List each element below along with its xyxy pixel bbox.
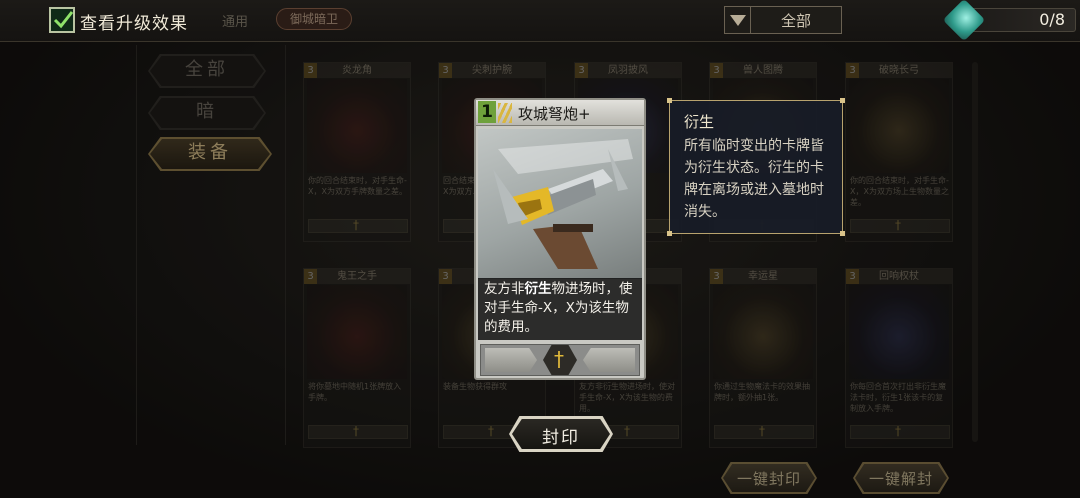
ballista-illustration [493, 139, 633, 269]
keyword-tooltip: 衍生 所有临时变出的卡牌皆为衍生状态。衍生的卡牌在离场或进入墓地时消失。 [667, 98, 845, 236]
detail-cost: 1 [478, 101, 496, 123]
check-icon [53, 11, 74, 29]
slot-left-wing [485, 348, 537, 372]
filter-tag-general[interactable]: 通用 [222, 11, 248, 30]
filter-dropdown[interactable]: 全部 [724, 6, 842, 34]
top-bar: 查看升级效果 通用 御城暗卫 全部 0/8 [0, 0, 1080, 42]
detail-description: 友方非衍生物进场时，使对手生命-X，X为该生物的费用。 [478, 278, 642, 340]
dagger-rune-icon: † [543, 345, 577, 375]
detail-header: 1 攻城弩炮+ [476, 100, 644, 126]
show-upgrade-checkbox[interactable] [49, 7, 75, 33]
seal-button[interactable]: 封印 [509, 416, 613, 452]
detail-rune-slot: † [480, 344, 640, 376]
show-upgrade-label[interactable]: 查看升级效果 [80, 9, 188, 34]
rarity-stripes-icon [498, 103, 512, 123]
desc-prefix: 友方非 [484, 281, 525, 297]
slot-right-wing [583, 348, 635, 372]
dropdown-arrow-icon [725, 7, 751, 33]
detail-title: 攻城弩炮+ [518, 105, 591, 123]
seal-all-button[interactable]: 一键封印 [721, 462, 817, 494]
detail-art-ballista [478, 129, 642, 279]
unseal-all-label: 一键解封 [868, 470, 933, 488]
desc-keyword-derived[interactable]: 衍生 [525, 281, 552, 297]
seal-all-label: 一键封印 [736, 470, 801, 488]
tooltip-body: 所有临时变出的卡牌皆为衍生状态。衍生的卡牌在离场或进入墓地时消失。 [684, 138, 824, 220]
tooltip-title: 衍生 [684, 113, 715, 131]
slot-counter: 0/8 [942, 0, 1076, 42]
seal-button-label: 封印 [542, 428, 580, 448]
scroll-gem-icon [942, 0, 986, 42]
filter-tag-faction[interactable]: 御城暗卫 [276, 8, 352, 30]
card-detail-popup: 1 攻城弩炮+ 友方非衍生物进场时，使对手生命-X，X为该生物的费用。 † [474, 98, 646, 380]
unseal-all-button[interactable]: 一键解封 [853, 462, 949, 494]
slot-counter-text: 0/8 [1039, 10, 1065, 29]
filter-dropdown-value: 全部 [780, 12, 811, 30]
